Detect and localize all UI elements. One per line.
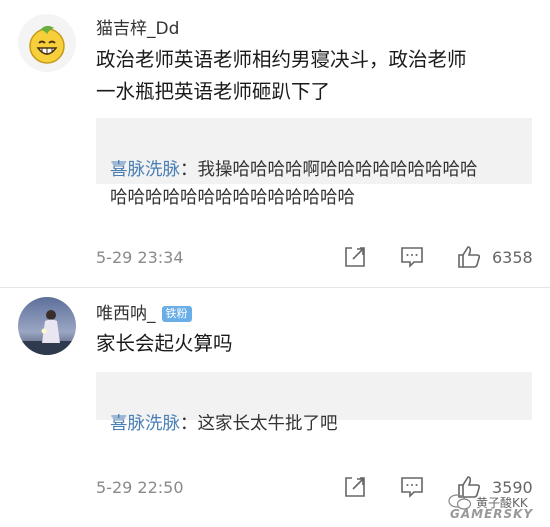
timestamp: 5-29 23:34 <box>96 248 184 267</box>
comment-meta-row: 5-29 23:34 6358 <box>96 244 536 272</box>
reply-separator: ： <box>180 414 198 434</box>
like-count: 6358 <box>492 248 533 267</box>
share-icon[interactable] <box>342 244 368 270</box>
comment-text: 政治老师英语老师相约男寝决斗，政治老师 一水瓶把英语老师砸趴下了 <box>96 48 467 103</box>
username-text[interactable]: 唯西呐_ <box>96 304 156 324</box>
reply-separator: ： <box>180 160 198 180</box>
comment-text: 家长会起火算吗 <box>96 332 233 355</box>
reply-box[interactable]: 喜脉洗脉：这家长太牛批了吧 <box>96 372 532 434</box>
avatar[interactable] <box>18 14 76 72</box>
avatar[interactable] <box>18 297 76 355</box>
fan-badge: 铁粉 <box>161 306 192 322</box>
watermark: 黄子酸KK GAMERSKY <box>446 494 546 524</box>
watermark-text-en: GAMERSKY <box>450 507 534 521</box>
reply-author[interactable]: 喜脉洗脉 <box>110 414 180 434</box>
timestamp: 5-29 22:50 <box>96 478 184 497</box>
like-icon[interactable] <box>456 244 482 270</box>
comment-item: 唯西呐_ 铁粉 家长会起火算吗 喜脉洗脉：这家长太牛批了吧 5-29 22:50 <box>0 288 550 527</box>
comment-icon[interactable] <box>399 244 425 270</box>
share-icon[interactable] <box>342 474 368 500</box>
username[interactable]: 猫吉梓_Dd <box>96 14 179 39</box>
comment-icon[interactable] <box>399 474 425 500</box>
reply-box[interactable]: 喜脉洗脉：我操哈哈哈哈啊哈哈哈哈哈哈哈哈哈 哈哈哈哈哈哈哈哈哈哈哈哈哈哈 <box>96 118 532 208</box>
comment-item: 猫吉梓_Dd 政治老师英语老师相约男寝决斗，政治老师 一水瓶把英语老师砸趴下了 … <box>0 0 550 288</box>
reply-author[interactable]: 喜脉洗脉 <box>110 160 180 180</box>
username[interactable]: 唯西呐_ 铁粉 <box>96 299 192 324</box>
reply-text: 这家长太牛批了吧 <box>197 414 338 434</box>
